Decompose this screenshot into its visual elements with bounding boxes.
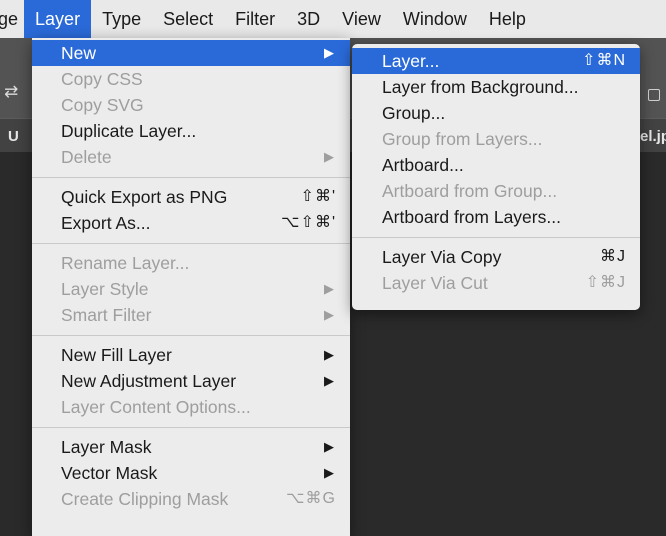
submenu-arrow-icon: ▶ [324, 465, 334, 480]
menu-item-smart-filter[interactable]: Smart Filter ▶ [32, 302, 350, 328]
menu-separator [352, 237, 640, 238]
shortcut-label: ⌥⇧⌘' [281, 214, 336, 231]
submenu-item-artboard-from-layers[interactable]: Artboard from Layers... [352, 204, 640, 230]
submenu-item-group-from-layers[interactable]: Group from Layers... [352, 126, 640, 152]
shortcut-label: ⇧⌘N [582, 52, 626, 69]
menu-image-partial[interactable]: ge [0, 0, 24, 38]
menu-bar: ge Layer Type Select Filter 3D View Wind… [0, 0, 666, 39]
layer-menu: New ▶ Copy CSS Copy SVG Duplicate Layer.… [32, 38, 350, 536]
submenu-item-artboard-from-group[interactable]: Artboard from Group... [352, 178, 640, 204]
menu-type[interactable]: Type [91, 0, 152, 38]
menu-item-layer-style[interactable]: Layer Style ▶ [32, 276, 350, 302]
submenu-item-artboard[interactable]: Artboard... [352, 152, 640, 178]
menu-help[interactable]: Help [478, 0, 537, 38]
submenu-arrow-icon: ▶ [324, 347, 334, 362]
menu-item-duplicate-layer[interactable]: Duplicate Layer... [32, 118, 350, 144]
menu-view[interactable]: View [331, 0, 392, 38]
menu-item-copy-css[interactable]: Copy CSS [32, 66, 350, 92]
shortcut-label: ⇧⌘J [585, 274, 626, 291]
menu-separator [32, 427, 350, 428]
submenu-item-layer-from-background[interactable]: Layer from Background... [352, 74, 640, 100]
submenu-arrow-icon: ▶ [324, 307, 334, 322]
menu-item-create-clipping-mask[interactable]: Create Clipping Mask ⌥⌘G [32, 486, 350, 512]
submenu-item-layer[interactable]: Layer... ⇧⌘N [352, 48, 640, 74]
tab-fragment-left[interactable]: U [8, 128, 19, 145]
menu-separator [32, 177, 350, 178]
menu-item-vector-mask[interactable]: Vector Mask ▶ [32, 460, 350, 486]
menu-item-layer-mask[interactable]: Layer Mask ▶ [32, 434, 350, 460]
menu-item-layer-content-options[interactable]: Layer Content Options... [32, 394, 350, 420]
menu-item-quick-export-png[interactable]: Quick Export as PNG ⇧⌘' [32, 184, 350, 210]
submenu-arrow-icon: ▶ [324, 149, 334, 164]
menu-item-copy-svg[interactable]: Copy SVG [32, 92, 350, 118]
menu-item-new[interactable]: New ▶ [32, 40, 350, 66]
submenu-arrow-icon: ▶ [324, 45, 334, 60]
menu-item-rename-layer[interactable]: Rename Layer... [32, 250, 350, 276]
menu-select[interactable]: Select [152, 0, 224, 38]
document-tab[interactable]: el.jp [640, 128, 666, 145]
new-submenu: Layer... ⇧⌘N Layer from Background... Gr… [352, 44, 640, 310]
menu-item-new-adjustment-layer[interactable]: New Adjustment Layer ▶ [32, 368, 350, 394]
menu-separator [32, 335, 350, 336]
submenu-arrow-icon: ▶ [324, 439, 334, 454]
menu-item-new-fill-layer[interactable]: New Fill Layer ▶ [32, 342, 350, 368]
submenu-item-layer-via-cut[interactable]: Layer Via Cut ⇧⌘J [352, 270, 640, 296]
menu-filter[interactable]: Filter [224, 0, 286, 38]
submenu-arrow-icon: ▶ [324, 281, 334, 296]
menu-separator [32, 243, 350, 244]
submenu-arrow-icon: ▶ [324, 373, 334, 388]
shortcut-label: ⌥⌘G [286, 490, 336, 507]
shortcut-label: ⌘J [600, 248, 626, 265]
menu-window[interactable]: Window [392, 0, 478, 38]
shortcut-label: ⇧⌘' [300, 188, 336, 205]
menu-layer[interactable]: Layer [24, 0, 92, 38]
menu-item-export-as[interactable]: Export As... ⌥⇧⌘' [32, 210, 350, 236]
swap-icon[interactable]: ⇄ [4, 82, 18, 102]
option-checkbox[interactable] [648, 89, 660, 101]
menu-item-delete[interactable]: Delete ▶ [32, 144, 350, 170]
submenu-item-layer-via-copy[interactable]: Layer Via Copy ⌘J [352, 244, 640, 270]
submenu-item-group[interactable]: Group... [352, 100, 640, 126]
menu-3d[interactable]: 3D [286, 0, 331, 38]
